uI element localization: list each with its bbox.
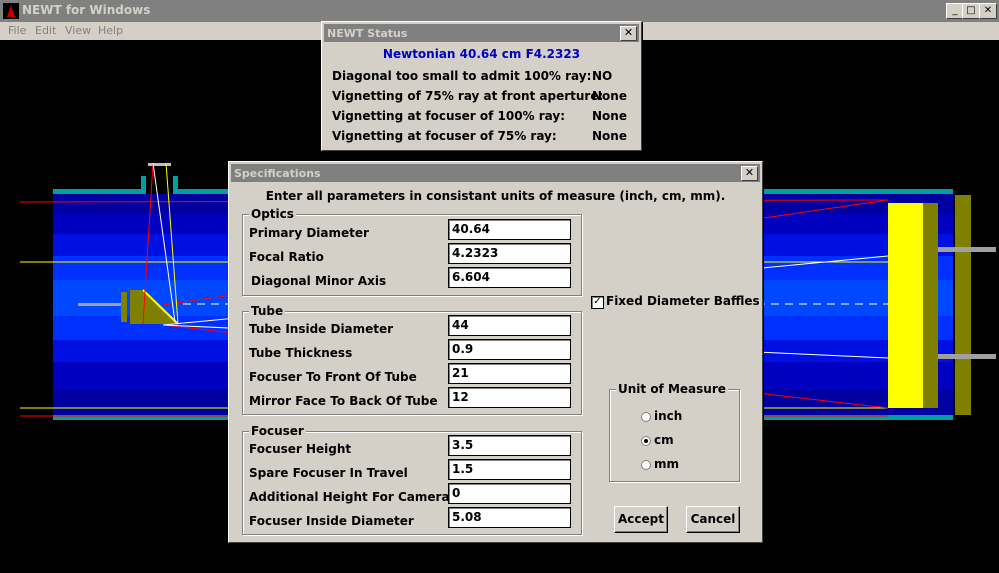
status-label: Vignetting of 75% ray at front aperture: bbox=[332, 89, 604, 103]
status-label: Diagonal too small to admit 100% ray: bbox=[332, 69, 592, 83]
spare-focuser-travel-label: Spare Focuser In Travel bbox=[249, 466, 408, 480]
status-row: Diagonal too small to admit 100% ray: NO bbox=[332, 69, 632, 83]
focuser-inside-diameter-input[interactable]: 5.08 bbox=[448, 507, 571, 528]
diagonal-stalk bbox=[78, 303, 123, 306]
tube-inside-diameter-label: Tube Inside Diameter bbox=[249, 322, 394, 336]
collimation-bolt bbox=[938, 354, 996, 359]
menu-view[interactable]: View bbox=[65, 24, 91, 37]
mirror-cell bbox=[923, 203, 938, 408]
focuser-to-front-input[interactable]: 21 bbox=[448, 363, 571, 384]
status-headline: Newtonian 40.64 cm F4.2323 bbox=[382, 47, 581, 61]
specifications-dialog: Specifications ✕ Enter all parameters in… bbox=[228, 161, 763, 543]
close-button[interactable]: ✕ bbox=[979, 3, 997, 19]
status-dialog: NEWT Status ✕ Newtonian 40.64 cm F4.2323… bbox=[321, 21, 642, 151]
primary-diameter-input[interactable]: 40.64 bbox=[448, 219, 571, 240]
menu-edit[interactable]: Edit bbox=[35, 24, 56, 37]
app-titlebar: NEWT for Windows _ □ ✕ bbox=[0, 0, 999, 22]
fixed-baffles-label[interactable]: Fixed Diameter Baffles bbox=[606, 294, 760, 308]
focuser-inside-diameter-label: Focuser Inside Diameter bbox=[249, 514, 414, 528]
status-label: Vignetting at focuser of 100% ray: bbox=[332, 109, 566, 123]
focuser-group: Focuser Focuser Height 3.5 Spare Focuser… bbox=[242, 424, 582, 535]
status-dialog-title: NEWT Status bbox=[327, 27, 408, 40]
optics-group-label: Optics bbox=[249, 207, 296, 221]
optics-group: Optics Primary Diameter 40.64 Focal Rati… bbox=[242, 207, 582, 296]
accept-button[interactable]: Accept bbox=[614, 506, 668, 533]
focuser-height-label: Focuser Height bbox=[249, 442, 352, 456]
camera-height-label: Additional Height For Camera bbox=[249, 490, 450, 504]
unit-mm-label[interactable]: mm bbox=[654, 457, 679, 471]
mirror-face-to-back-input[interactable]: 12 bbox=[448, 387, 571, 408]
tube-thickness-input[interactable]: 0.9 bbox=[448, 339, 571, 360]
status-close-button[interactable]: ✕ bbox=[620, 26, 637, 41]
focal-ratio-input[interactable]: 4.2323 bbox=[448, 243, 571, 264]
spare-focuser-travel-input[interactable]: 1.5 bbox=[448, 459, 571, 480]
menu-help[interactable]: Help bbox=[98, 24, 123, 37]
app-title: NEWT for Windows bbox=[22, 3, 151, 17]
focuser-height-input[interactable]: 3.5 bbox=[448, 435, 571, 456]
status-value: None bbox=[592, 129, 627, 143]
focuser-wall bbox=[141, 176, 146, 194]
mirror-cell-back bbox=[955, 195, 971, 415]
newt-app-icon[interactable] bbox=[3, 3, 19, 19]
status-value: None bbox=[592, 89, 627, 103]
collimation-bolt bbox=[938, 247, 996, 252]
focuser-group-label: Focuser bbox=[249, 424, 306, 438]
cancel-button[interactable]: Cancel bbox=[686, 506, 740, 533]
unit-of-measure-group: Unit of Measure inch cm mm bbox=[609, 382, 740, 482]
mirror-face-to-back-label: Mirror Face To Back Of Tube bbox=[249, 394, 438, 408]
menu-file[interactable]: File bbox=[8, 24, 26, 37]
camera-height-input[interactable]: 0 bbox=[448, 483, 571, 504]
primary-mirror bbox=[888, 203, 923, 408]
status-row: Vignetting at focuser of 100% ray: None bbox=[332, 109, 632, 123]
status-value: NO bbox=[592, 69, 613, 83]
tube-group: Tube Tube Inside Diameter 44 Tube Thickn… bbox=[242, 304, 582, 415]
unit-cm-label[interactable]: cm bbox=[654, 433, 674, 447]
unit-group-label: Unit of Measure bbox=[616, 382, 728, 396]
diagonal-holder bbox=[121, 292, 127, 322]
unit-inch-radio[interactable] bbox=[641, 412, 651, 422]
tube-thickness-label: Tube Thickness bbox=[249, 346, 353, 360]
focal-ratio-label: Focal Ratio bbox=[249, 250, 324, 264]
maximize-button[interactable]: □ bbox=[962, 3, 980, 19]
spec-dialog-title: Specifications bbox=[234, 167, 321, 180]
status-label: Vignetting at focuser of 75% ray: bbox=[332, 129, 557, 143]
status-row: Vignetting of 75% ray at front aperture:… bbox=[332, 89, 632, 103]
tube-group-label: Tube bbox=[249, 304, 286, 318]
focuser-top bbox=[148, 163, 171, 166]
diagonal-minor-axis-input[interactable]: 6.604 bbox=[448, 267, 571, 288]
status-value: None bbox=[592, 109, 627, 123]
fixed-baffles-checkbox[interactable]: ✓ bbox=[591, 296, 604, 309]
spec-close-button[interactable]: ✕ bbox=[741, 166, 758, 181]
focuser-body bbox=[146, 172, 173, 194]
unit-mm-radio[interactable] bbox=[641, 460, 651, 470]
unit-cm-radio[interactable] bbox=[641, 436, 651, 446]
focuser-wall bbox=[173, 176, 178, 194]
spec-instruction: Enter all parameters in consistant units… bbox=[265, 189, 726, 203]
status-dialog-titlebar: NEWT Status ✕ bbox=[324, 24, 639, 42]
diagonal-minor-axis-label: Diagonal Minor Axis bbox=[251, 274, 387, 288]
primary-diameter-label: Primary Diameter bbox=[249, 226, 369, 240]
status-row: Vignetting at focuser of 75% ray: None bbox=[332, 129, 632, 143]
unit-inch-label[interactable]: inch bbox=[654, 409, 682, 423]
spec-dialog-titlebar: Specifications ✕ bbox=[231, 164, 760, 182]
tube-inside-diameter-input[interactable]: 44 bbox=[448, 315, 571, 336]
focuser-to-front-label: Focuser To Front Of Tube bbox=[249, 370, 417, 384]
